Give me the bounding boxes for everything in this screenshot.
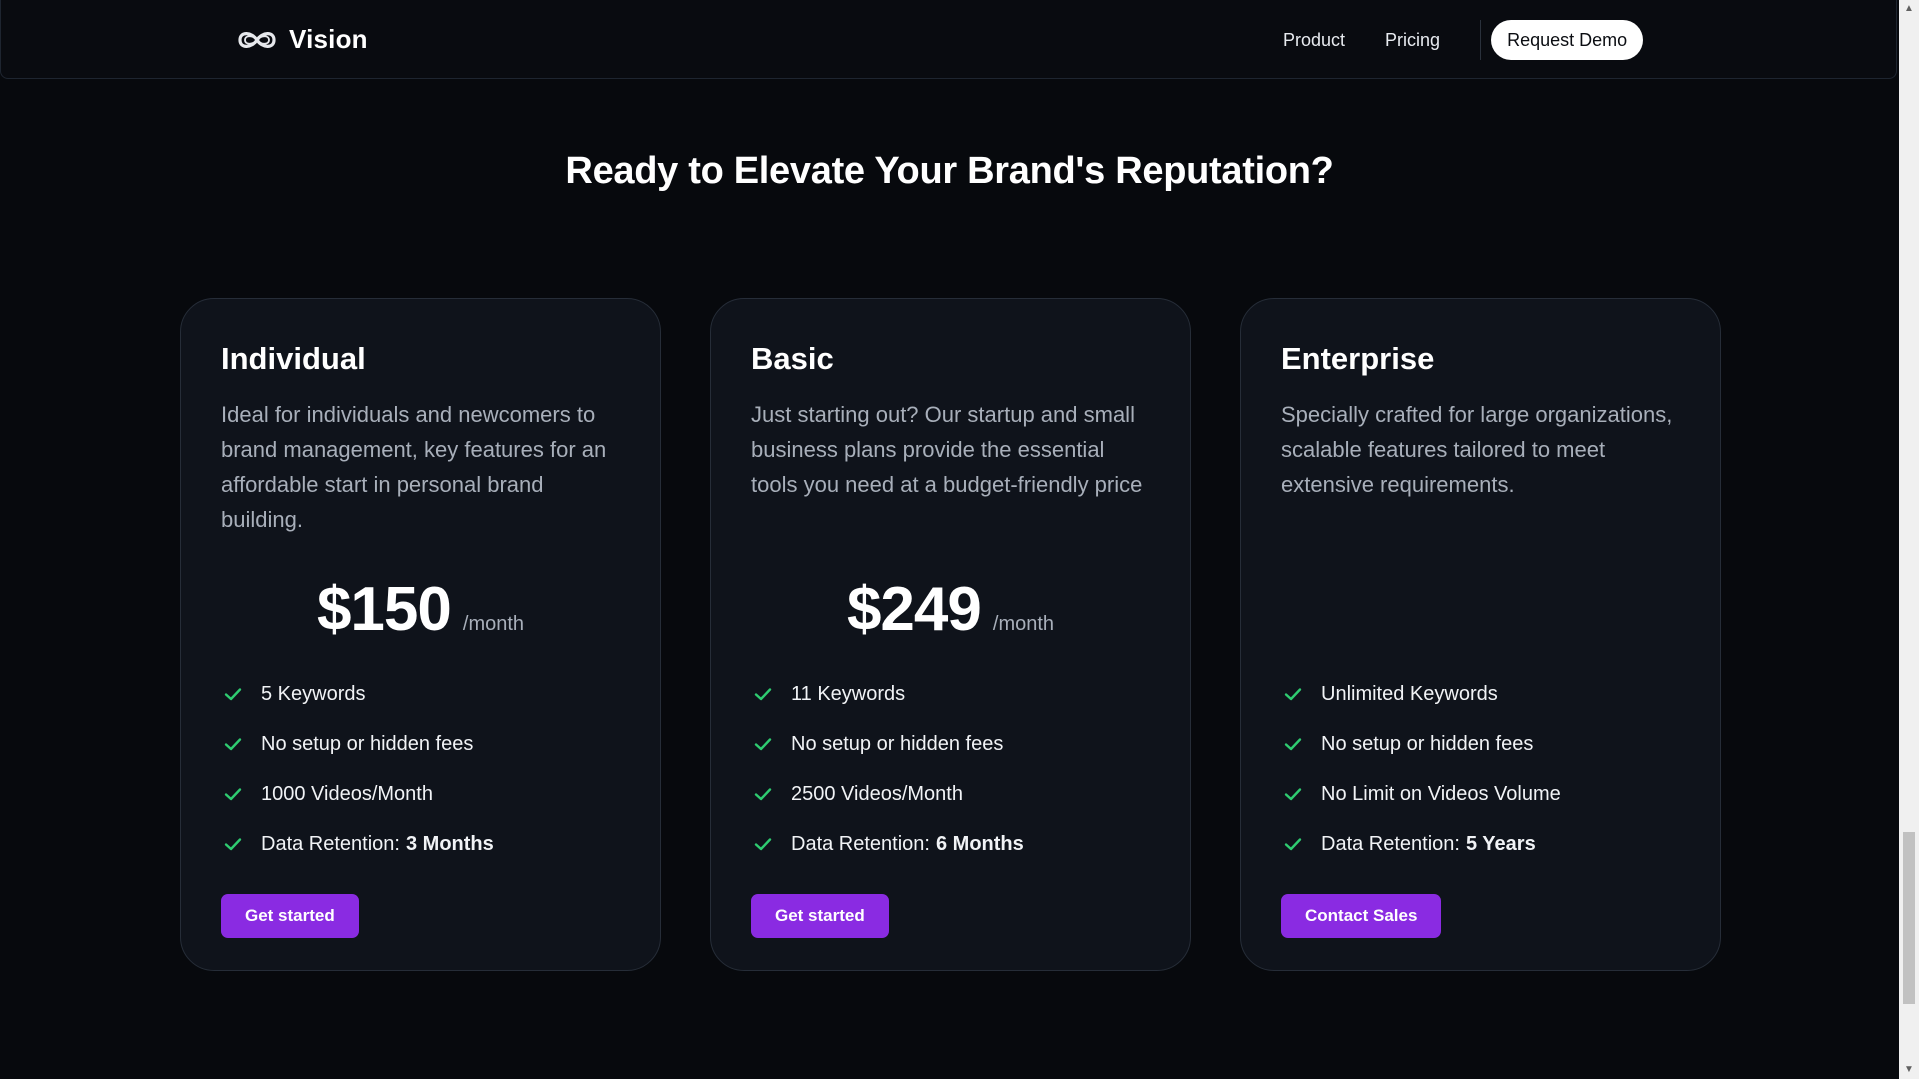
- scrollbar-thumb[interactable]: [1903, 832, 1915, 1004]
- feature-text: 2500 Videos/Month: [791, 782, 963, 805]
- page: Vision Product Pricing Request Demo Read…: [0, 0, 1919, 1079]
- scroll-up-arrow-icon[interactable]: ▲: [1903, 3, 1915, 15]
- pricing-card-enterprise: Enterprise Specially crafted for large o…: [1240, 298, 1721, 971]
- pricing-headline: Ready to Elevate Your Brand's Reputation…: [565, 150, 1334, 192]
- feature-highlight: 6 Months: [935, 832, 1024, 855]
- plan-description: Specially crafted for large organization…: [1281, 402, 1673, 497]
- plan-name: Individual: [221, 341, 366, 376]
- feature-list: 5 Keywords No setup or hidden fees 1000 …: [221, 679, 494, 879]
- check-icon: [1281, 832, 1305, 856]
- plan-description: Ideal for individuals and newcomers to b…: [221, 402, 607, 532]
- contact-sales-button[interactable]: Contact Sales: [1281, 894, 1442, 938]
- check-icon: [221, 732, 245, 756]
- feature-text: 1000 Videos/Month: [261, 782, 433, 805]
- plan-description: Just starting out? Our startup and small…: [751, 402, 1143, 497]
- price-row: $150 /month: [181, 574, 660, 645]
- scroll-down-arrow-icon[interactable]: ▼: [1903, 1064, 1915, 1076]
- feature-item: Data Retention: 6 Months: [751, 829, 1024, 859]
- check-icon: [751, 832, 775, 856]
- feature-text: No setup or hidden fees: [1321, 732, 1534, 755]
- plan-name: Basic: [751, 341, 834, 376]
- feature-item: 5 Keywords: [221, 679, 494, 709]
- brand-logo-link[interactable]: Vision: [235, 24, 368, 55]
- check-icon: [751, 732, 775, 756]
- feature-text: No setup or hidden fees: [791, 732, 1004, 755]
- feature-item: Data Retention: 3 Months: [221, 829, 494, 859]
- feature-highlight: 5 Years: [1465, 832, 1536, 855]
- page-scrollbar[interactable]: ▲ ▼: [1899, 0, 1919, 1079]
- nav-link-pricing[interactable]: Pricing: [1385, 30, 1440, 51]
- price-period: /month: [992, 613, 1055, 635]
- get-started-button[interactable]: Get started: [751, 894, 889, 938]
- check-icon: [221, 782, 245, 806]
- feature-text: Unlimited Keywords: [1321, 682, 1498, 705]
- feature-text: Data Retention:: [1321, 832, 1460, 855]
- feature-item: 1000 Videos/Month: [221, 779, 494, 809]
- feature-item: 2500 Videos/Month: [751, 779, 1024, 809]
- feature-item: 11 Keywords: [751, 679, 1024, 709]
- feature-text: 5 Keywords: [261, 682, 366, 705]
- feature-item: Unlimited Keywords: [1281, 679, 1561, 709]
- feature-text: No setup or hidden fees: [261, 732, 474, 755]
- plan-price: $150: [316, 575, 452, 644]
- pricing-card-basic: Basic Just starting out? Our startup and…: [710, 298, 1191, 971]
- price-period: /month: [462, 613, 525, 635]
- nav-link-product[interactable]: Product: [1283, 30, 1345, 51]
- feature-item: No setup or hidden fees: [1281, 729, 1561, 759]
- infinity-logo-icon: [235, 27, 279, 53]
- check-icon: [751, 682, 775, 706]
- pricing-card-individual: Individual Ideal for individuals and new…: [180, 298, 661, 971]
- feature-item: No Limit on Videos Volume: [1281, 779, 1561, 809]
- feature-item: Data Retention: 5 Years: [1281, 829, 1561, 859]
- feature-item: No setup or hidden fees: [221, 729, 494, 759]
- get-started-button[interactable]: Get started: [221, 894, 359, 938]
- check-icon: [1281, 682, 1305, 706]
- feature-list: Unlimited Keywords No setup or hidden fe…: [1281, 679, 1561, 879]
- plan-name: Enterprise: [1281, 341, 1435, 376]
- nav-divider: [1480, 20, 1482, 60]
- price-row: $249 /month: [711, 574, 1190, 645]
- check-icon: [751, 782, 775, 806]
- feature-text: Data Retention:: [261, 832, 400, 855]
- top-navbar: Vision Product Pricing Request Demo: [0, 0, 1897, 79]
- check-icon: [1281, 732, 1305, 756]
- check-icon: [1281, 782, 1305, 806]
- feature-text: Data Retention:: [791, 832, 930, 855]
- check-icon: [221, 832, 245, 856]
- main-nav: Product Pricing Request Demo: [1283, 20, 1644, 60]
- feature-text: No Limit on Videos Volume: [1321, 782, 1561, 805]
- request-demo-button[interactable]: Request Demo: [1491, 20, 1644, 60]
- brand-name: Vision: [289, 24, 368, 54]
- plan-price: $249: [846, 575, 982, 644]
- feature-highlight: 3 Months: [405, 832, 494, 855]
- feature-text: 11 Keywords: [791, 682, 906, 705]
- check-icon: [221, 682, 245, 706]
- feature-list: 11 Keywords No setup or hidden fees 2500…: [751, 679, 1024, 879]
- feature-item: No setup or hidden fees: [751, 729, 1024, 759]
